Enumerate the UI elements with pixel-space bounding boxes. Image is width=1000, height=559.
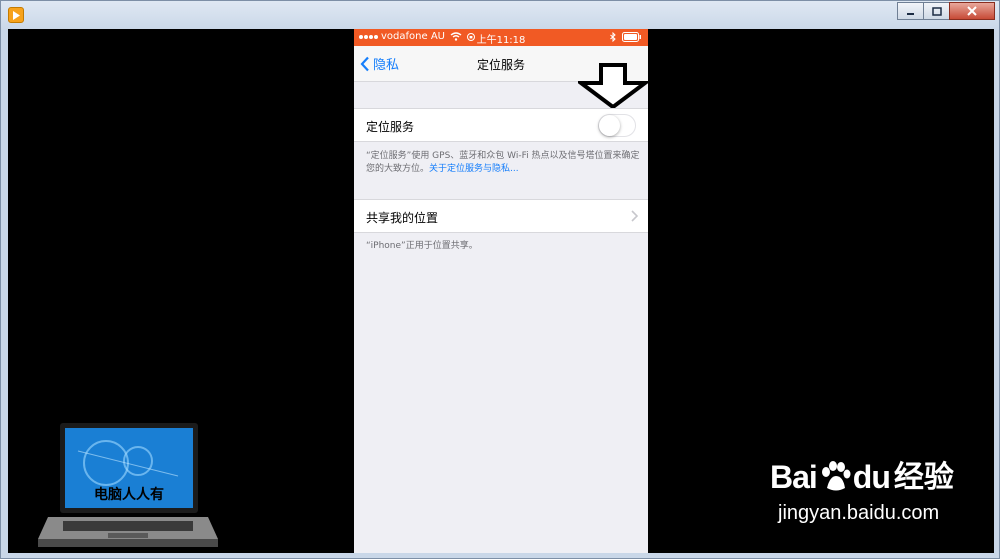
toggle-knob — [599, 115, 620, 136]
maximize-button[interactable] — [923, 2, 950, 20]
baidu-paw-icon — [821, 461, 851, 491]
chevron-right-icon — [631, 210, 638, 222]
baidu-watermark: Bai du 经验 jingyan.baidu.com — [770, 452, 954, 525]
share-location-cell[interactable]: 共享我的位置 — [354, 199, 648, 233]
status-time: 上午11:18 — [476, 35, 526, 46]
bluetooth-icon — [610, 32, 616, 42]
location-services-description: “定位服务”使用 GPS、蓝牙和众包 Wi-Fi 热点以及信号塔位置来确定您的大… — [366, 150, 641, 176]
app-window: vodafone AU 上午11:18 隐私 定位服务 定位服务 “定位服务”使… — [0, 0, 1000, 559]
close-icon — [967, 6, 977, 16]
laptop-watermark: 电脑人人有 — [38, 421, 218, 555]
location-services-toggle[interactable] — [598, 114, 636, 137]
video-content-area: vodafone AU 上午11:18 隐私 定位服务 定位服务 “定位服务”使… — [8, 29, 994, 553]
baidu-logo-text: Bai — [770, 459, 818, 495]
baidu-logo-text-end: du — [852, 459, 891, 495]
minimize-button[interactable] — [897, 2, 924, 20]
laptop-watermark-text: 电脑人人有 — [94, 487, 164, 503]
privacy-link[interactable]: 关于定位服务与隐私... — [429, 164, 519, 174]
window-titlebar[interactable] — [1, 1, 1000, 29]
maximize-icon — [931, 6, 942, 16]
location-services-label: 定位服务 — [366, 120, 415, 134]
share-location-label: 共享我的位置 — [366, 211, 439, 225]
baidu-url-text: jingyan.baidu.com — [778, 502, 940, 524]
location-services-cell: 定位服务 — [354, 108, 648, 142]
share-location-footer: “iPhone”正用于位置共享。 — [366, 241, 478, 251]
battery-icon — [622, 32, 641, 42]
baidu-jingyan-text: 经验 — [893, 460, 954, 495]
window-controls — [897, 2, 995, 22]
close-button[interactable] — [949, 2, 995, 20]
ios-status-bar: vodafone AU 上午11:18 — [354, 29, 648, 46]
player-app-icon — [8, 7, 24, 23]
status-right — [610, 32, 642, 42]
minimize-icon — [907, 12, 914, 15]
iphone-screen: vodafone AU 上午11:18 隐私 定位服务 定位服务 “定位服务”使… — [354, 29, 648, 553]
down-arrow-annotation-icon — [578, 63, 648, 109]
